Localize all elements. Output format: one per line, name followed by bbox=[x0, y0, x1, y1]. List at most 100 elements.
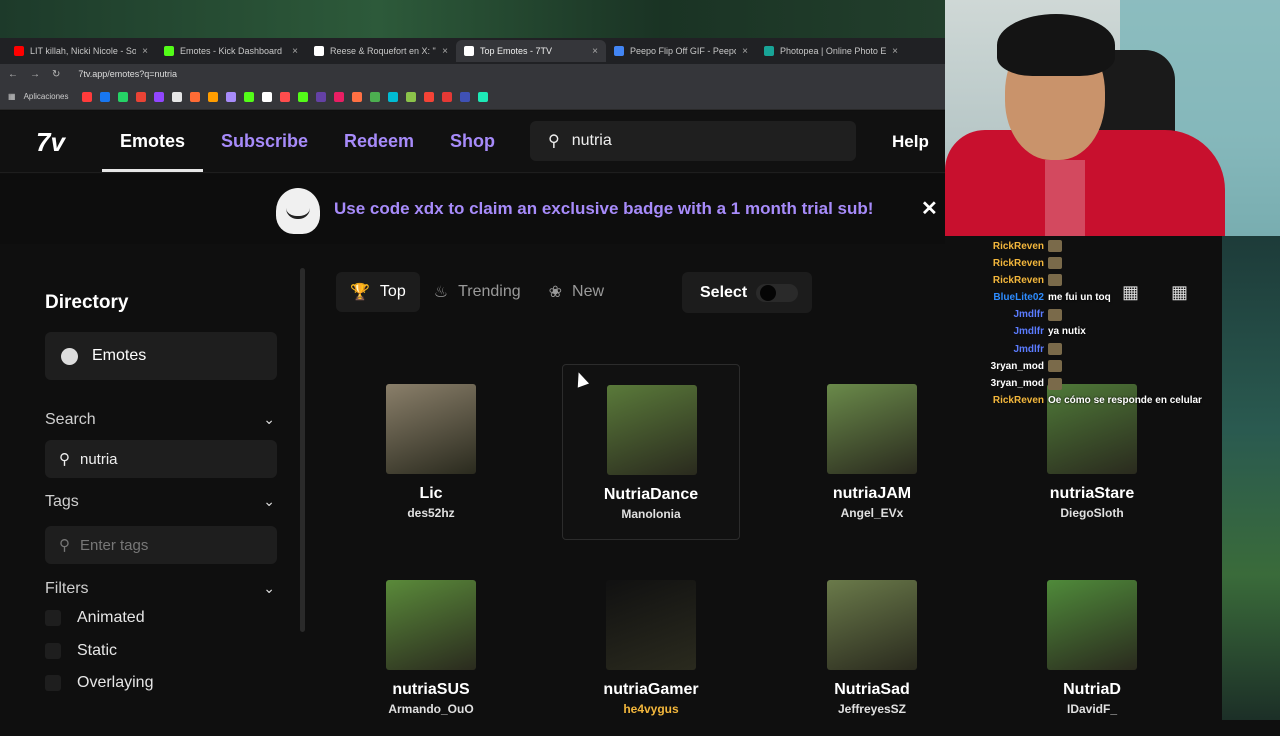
header-search-input[interactable]: ⚲ nutria bbox=[530, 121, 856, 161]
reload-icon[interactable]: ↻ bbox=[52, 69, 60, 80]
nav-help-link[interactable]: Help bbox=[892, 132, 929, 152]
promo-message[interactable]: Use code xdx to claim an exclusive badge… bbox=[334, 199, 873, 219]
bookmark-icon[interactable] bbox=[442, 91, 453, 102]
favicon-icon bbox=[314, 46, 324, 56]
browser-tab[interactable]: LIT killah, Nicki Nicole - So × bbox=[6, 40, 156, 62]
nav-shop-link[interactable]: Shop bbox=[450, 131, 495, 152]
browser-tab[interactable]: Peepo Flip Off GIF - Peepo Flip × bbox=[606, 40, 756, 62]
emote-image bbox=[827, 580, 917, 670]
checkbox-label: Static bbox=[77, 642, 118, 659]
bookmark-kick-icon[interactable] bbox=[244, 91, 255, 102]
search-section-toggle[interactable]: Search ⌄ bbox=[45, 411, 277, 429]
emote-author[interactable]: Manolonia bbox=[563, 507, 739, 521]
emote-card[interactable]: Lic des52hz bbox=[342, 364, 520, 540]
close-tab-icon[interactable]: × bbox=[592, 46, 598, 57]
browser-tab[interactable]: Reese & Roquefort en X: "Tier × bbox=[306, 40, 456, 62]
bookmark-icon[interactable] bbox=[334, 91, 345, 102]
game-background-strip bbox=[0, 0, 945, 38]
emote-card[interactable]: nutriaJAM Angel_EVx bbox=[783, 364, 961, 540]
emote-author[interactable]: des52hz bbox=[342, 506, 520, 520]
apps-label[interactable]: Aplicaciones bbox=[24, 92, 69, 101]
emote-card[interactable]: NutriaSad JeffreyesSZ bbox=[783, 560, 961, 736]
forward-icon[interactable]: → bbox=[30, 69, 40, 80]
sort-trending-label: Trending bbox=[458, 283, 521, 300]
search-icon: ⚲ bbox=[59, 451, 70, 468]
bookmark-icon[interactable] bbox=[280, 91, 291, 102]
browser-tab[interactable]: Photopea | Online Photo Editor × bbox=[756, 40, 906, 62]
bookmark-icon[interactable] bbox=[388, 91, 399, 102]
close-tab-icon[interactable]: × bbox=[442, 46, 448, 57]
close-tab-icon[interactable]: × bbox=[892, 46, 898, 57]
nav-redeem-link[interactable]: Redeem bbox=[344, 131, 414, 152]
bookmark-icon[interactable] bbox=[352, 91, 363, 102]
bookmark-icon[interactable] bbox=[298, 91, 309, 102]
select-switch[interactable] bbox=[756, 284, 798, 302]
bookmark-icon[interactable] bbox=[370, 91, 381, 102]
chat-username: RickReven bbox=[992, 274, 1044, 286]
browser-tab-label: Reese & Roquefort en X: "Tier bbox=[330, 46, 436, 56]
filter-animated-checkbox[interactable]: Animated bbox=[45, 609, 145, 627]
sidebar-scrollbar[interactable] bbox=[300, 268, 305, 632]
filters-section-toggle[interactable]: Filters ⌄ bbox=[45, 580, 277, 598]
nav-emotes-link[interactable]: Emotes bbox=[120, 131, 185, 152]
bookmark-icon[interactable] bbox=[226, 91, 237, 102]
emote-image bbox=[827, 384, 917, 474]
sort-trending-button[interactable]: ♨ Trending bbox=[420, 272, 535, 312]
close-tab-icon[interactable]: × bbox=[742, 46, 748, 57]
emote-card[interactable]: NutriaDance Manolonia bbox=[562, 364, 740, 540]
sidebar-item-emotes[interactable]: Emotes bbox=[45, 332, 277, 380]
bookmark-icon[interactable] bbox=[478, 91, 489, 102]
bookmark-twitch-icon[interactable] bbox=[154, 91, 165, 102]
stream-chat-overlay: RickReven RickReven RickReven BlueLite02 me … bbox=[945, 236, 1222, 720]
chat-message: Jmdlfr ya nutix bbox=[989, 326, 1085, 337]
browser-tab[interactable]: Emotes - Kick Dashboard × bbox=[156, 40, 306, 62]
back-icon[interactable]: ← bbox=[8, 69, 18, 80]
bookmark-whatsapp-icon[interactable] bbox=[118, 91, 129, 102]
emote-author[interactable]: Angel_EVx bbox=[783, 506, 961, 520]
bookmark-icon[interactable] bbox=[406, 91, 417, 102]
filter-static-checkbox[interactable]: Static bbox=[45, 642, 117, 660]
chat-message: Jmdlfr bbox=[989, 343, 1062, 356]
sidebar-search-value: nutria bbox=[80, 450, 118, 468]
bookmark-facebook-icon[interactable] bbox=[100, 91, 111, 102]
filter-overlaying-checkbox[interactable]: Overlaying bbox=[45, 674, 153, 692]
checkbox[interactable] bbox=[45, 643, 61, 659]
tags-input[interactable]: ⚲ Enter tags bbox=[45, 526, 277, 564]
7tv-logo[interactable]: 7v bbox=[36, 127, 65, 158]
game-background-edge bbox=[1222, 236, 1280, 720]
checkbox[interactable] bbox=[45, 675, 61, 691]
webcam-overlay bbox=[945, 0, 1280, 236]
close-tab-icon[interactable]: × bbox=[292, 46, 298, 57]
bookmark-gmail-icon[interactable] bbox=[136, 91, 147, 102]
bookmark-x-icon[interactable] bbox=[172, 91, 183, 102]
browser-tab[interactable]: Top Emotes - 7TV × bbox=[456, 40, 606, 62]
bookmark-icon[interactable] bbox=[262, 91, 273, 102]
bookmark-icon[interactable] bbox=[316, 91, 327, 102]
chat-username: RickReven bbox=[992, 257, 1044, 269]
chat-username: RickReven bbox=[992, 240, 1044, 252]
emote-image bbox=[386, 580, 476, 670]
checkbox[interactable] bbox=[45, 610, 61, 626]
sidebar-search-input[interactable]: ⚲ nutria bbox=[45, 440, 277, 478]
tags-section-toggle[interactable]: Tags ⌄ bbox=[45, 493, 277, 511]
chat-message: 3ryan_mod bbox=[989, 377, 1062, 390]
apps-grid-icon[interactable]: ▦ bbox=[8, 92, 16, 101]
close-tab-icon[interactable]: × bbox=[142, 46, 148, 57]
close-icon[interactable]: ✕ bbox=[921, 196, 938, 221]
webcam-hair bbox=[997, 14, 1115, 76]
emote-card[interactable]: nutriaGamer he4vygus bbox=[562, 560, 740, 736]
bookmark-icon[interactable] bbox=[460, 91, 471, 102]
bookmark-icon[interactable] bbox=[424, 91, 435, 102]
sort-new-button[interactable]: ❀ New bbox=[535, 272, 618, 312]
sort-top-button[interactable]: 🏆 Top bbox=[336, 272, 420, 312]
bookmark-icon[interactable] bbox=[190, 91, 201, 102]
emote-author[interactable]: he4vygus bbox=[562, 702, 740, 716]
bookmark-youtube-icon[interactable] bbox=[82, 91, 93, 102]
emote-image bbox=[607, 385, 697, 475]
nav-subscribe-link[interactable]: Subscribe bbox=[221, 131, 308, 152]
emote-author[interactable]: Armando_OuO bbox=[342, 702, 520, 716]
bookmark-icon[interactable] bbox=[208, 91, 219, 102]
url-field[interactable]: 7tv.app/emotes?q=nutria bbox=[78, 69, 177, 79]
emote-card[interactable]: nutriaSUS Armando_OuO bbox=[342, 560, 520, 736]
emote-author[interactable]: JeffreyesSZ bbox=[783, 702, 961, 716]
